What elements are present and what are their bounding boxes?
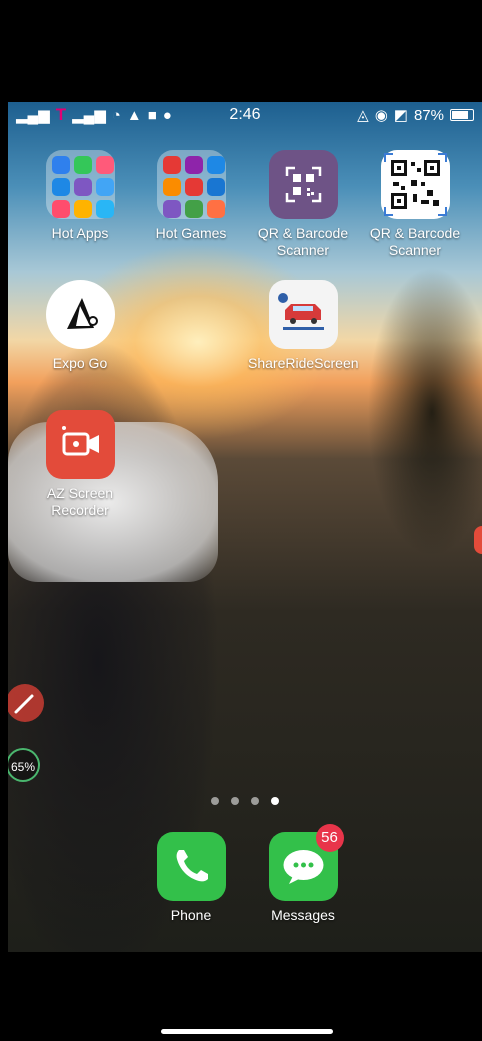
nfc-icon: ◩ bbox=[393, 107, 408, 124]
app-qr-scanner[interactable]: QR & Barcode Scanner bbox=[248, 150, 358, 259]
qr-scan-icon bbox=[268, 150, 338, 219]
camera-glyph bbox=[61, 426, 99, 456]
home-screen: ▂▄▆ T ▂▄▆ ◔ ▲ ■ ● 2:46 ◬ ◉ ◩ 87% Hot App… bbox=[8, 102, 482, 952]
folder-icon bbox=[45, 150, 115, 219]
page-dot-active[interactable] bbox=[271, 797, 279, 805]
app-label: ShareRideScreen bbox=[248, 355, 359, 371]
battery-icon bbox=[450, 109, 474, 121]
mini-app-icon bbox=[206, 178, 225, 196]
qr-code-glyph bbox=[383, 153, 447, 216]
dock-messages[interactable]: 56 Messages bbox=[248, 824, 358, 924]
app-label: Messages bbox=[271, 907, 335, 923]
battery-percent: 87% bbox=[413, 106, 444, 124]
pen-icon bbox=[14, 694, 34, 714]
qr-code-icon bbox=[380, 150, 450, 219]
video-camera-icon bbox=[45, 410, 115, 479]
status-bar: ▂▄▆ T ▂▄▆ ◔ ▲ ■ ● 2:46 ◬ ◉ ◩ 87% bbox=[8, 102, 482, 128]
mini-app-icon bbox=[51, 156, 70, 174]
wallpaper-tree bbox=[342, 252, 482, 632]
app-az-screen-recorder[interactable]: AZ Screen Recorder bbox=[25, 410, 135, 519]
page-dot[interactable] bbox=[231, 797, 239, 805]
mini-app-icon bbox=[95, 178, 114, 196]
app-label: Phone bbox=[170, 907, 212, 923]
app-label: QR & Barcode Scanner bbox=[369, 225, 461, 258]
mini-app-icon bbox=[184, 178, 203, 196]
app-expo-go[interactable]: Expo Go bbox=[25, 280, 135, 372]
mini-app-icon bbox=[51, 178, 70, 196]
car-glyph bbox=[277, 293, 324, 330]
floating-pen-button[interactable] bbox=[8, 684, 44, 722]
mini-app-icon bbox=[184, 156, 203, 174]
mini-app-icon bbox=[162, 156, 181, 174]
phone-icon bbox=[156, 832, 226, 901]
eye-icon: ◉ bbox=[374, 107, 388, 124]
expo-icon bbox=[45, 280, 115, 349]
car-icon bbox=[268, 280, 338, 349]
phone-glyph bbox=[176, 850, 208, 882]
mini-app-icon bbox=[162, 178, 181, 196]
app-hot-apps[interactable]: Hot Apps bbox=[25, 150, 135, 242]
app-shareride[interactable]: ShareRideScreen bbox=[248, 280, 359, 372]
app-label: Expo Go bbox=[52, 355, 108, 371]
home-indicator[interactable] bbox=[161, 1029, 333, 1034]
qr-glyph bbox=[285, 166, 321, 203]
alarm-off-icon: ◬ bbox=[357, 107, 369, 124]
mini-app-icon bbox=[206, 200, 225, 218]
folder-icon bbox=[156, 150, 226, 219]
mini-app-icon bbox=[73, 178, 92, 196]
page-dot[interactable] bbox=[251, 797, 259, 805]
mini-app-icon bbox=[184, 200, 203, 218]
mini-app-icon bbox=[73, 200, 92, 218]
edge-panel-tab[interactable] bbox=[474, 526, 482, 554]
mini-app-icon bbox=[162, 200, 181, 218]
mini-app-icon bbox=[95, 156, 114, 174]
dock-phone[interactable]: Phone bbox=[136, 832, 246, 924]
app-label: QR & Barcode Scanner bbox=[257, 225, 349, 258]
app-label: Hot Games bbox=[155, 225, 227, 241]
status-right: ◬ ◉ ◩ 87% bbox=[357, 106, 474, 124]
page-dot[interactable] bbox=[211, 797, 219, 805]
mini-app-icon bbox=[206, 156, 225, 174]
unread-badge: 56 bbox=[315, 824, 344, 852]
app-qr-scanner-2[interactable]: QR & Barcode Scanner bbox=[360, 150, 470, 259]
app-hot-games[interactable]: Hot Games bbox=[136, 150, 246, 242]
mini-app-icon bbox=[51, 200, 70, 218]
mini-app-icon bbox=[95, 200, 114, 218]
app-label: AZ Screen Recorder bbox=[46, 485, 114, 518]
expo-glyph bbox=[66, 298, 98, 329]
page-indicator bbox=[8, 797, 482, 805]
mini-app-icon bbox=[73, 156, 92, 174]
messages-icon: 56 bbox=[268, 824, 344, 901]
app-label: Hot Apps bbox=[51, 225, 109, 241]
